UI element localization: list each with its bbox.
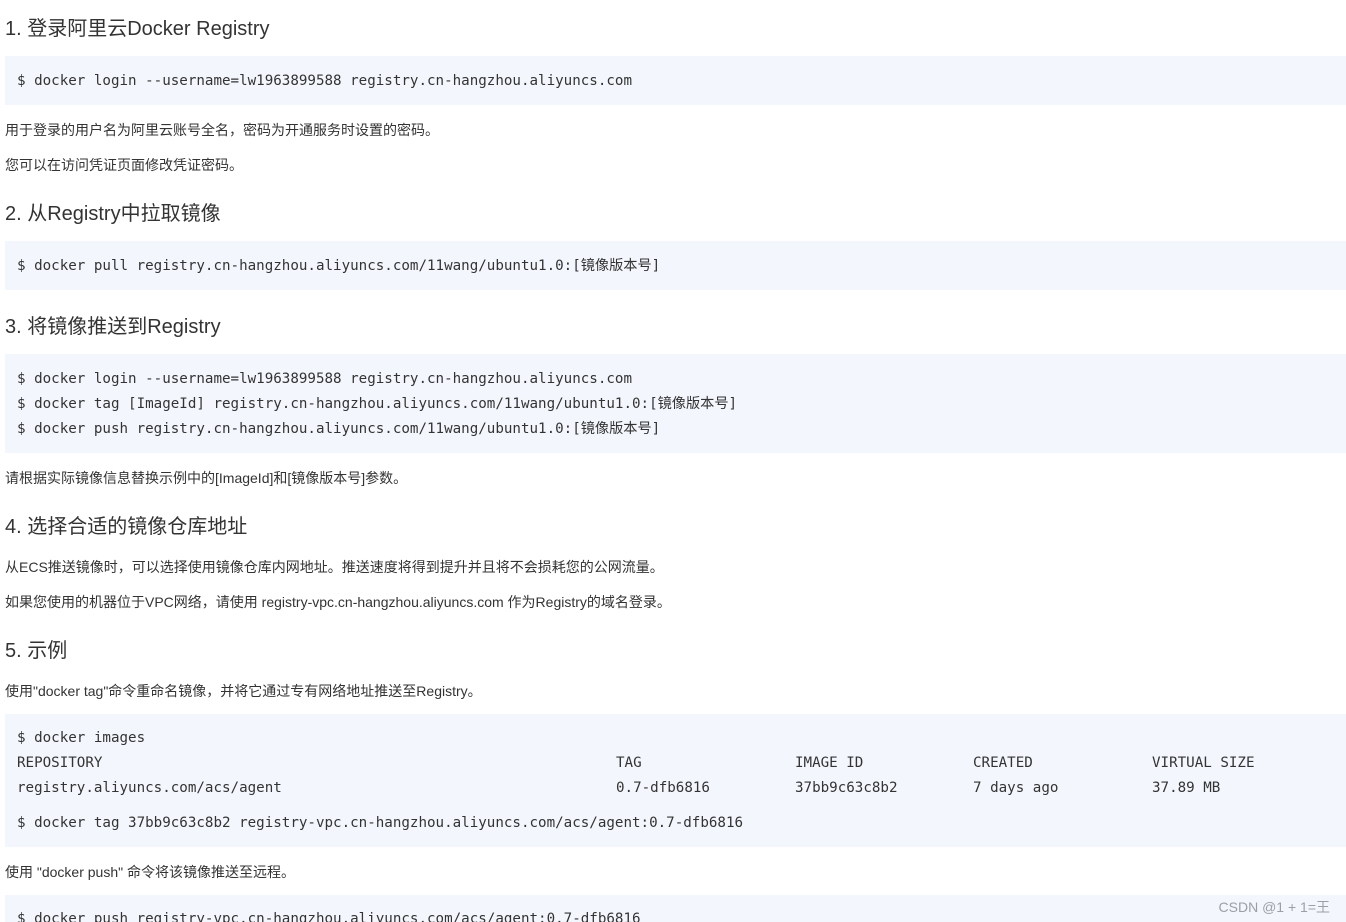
table-cell-created: 7 days ago — [973, 780, 1059, 796]
note-replace-params: 请根据实际镜像信息替换示例中的[ImageId]和[镜像版本号]参数。 — [5, 470, 408, 486]
csdn-watermark: CSDN @1 + 1=王 — [1218, 899, 1330, 915]
code-line: $ docker push registry.cn-hangzhou.aliyu… — [17, 421, 661, 437]
section-4-title: 4. 选择合适的镜像仓库地址 — [5, 516, 248, 538]
code-block-push-example[interactable]: $ docker push registry-vpc.cn-hangzhou.a… — [5, 895, 1346, 922]
table-header-tag: TAG — [616, 755, 642, 771]
code-line: $ docker push registry-vpc.cn-hangzhou.a… — [17, 911, 641, 922]
code-block-login[interactable]: $ docker login --username=lw1963899588 r… — [5, 56, 1346, 105]
table-cell-image-id: 37bb9c63c8b2 — [795, 780, 898, 796]
example-intro: 使用"docker tag"命令重命名镜像，并将它通过专有网络地址推送至Regi… — [5, 683, 482, 699]
code-line: $ docker images — [17, 730, 146, 746]
code-line: $ docker login --username=lw1963899588 r… — [17, 73, 632, 89]
section-5-title: 5. 示例 — [5, 640, 68, 662]
code-block-pull[interactable]: $ docker pull registry.cn-hangzhou.aliyu… — [5, 241, 1346, 290]
section-1-title: 1. 登录阿里云Docker Registry — [5, 18, 270, 40]
table-header-image-id: IMAGE ID — [795, 755, 864, 771]
code-line: $ docker login --username=lw1963899588 r… — [17, 371, 632, 387]
code-block-example[interactable]: $ docker images REPOSITORY TAG IMAGE ID … — [5, 714, 1346, 847]
note-ecs-intranet: 从ECS推送镜像时，可以选择使用镜像仓库内网地址。推送速度将得到提升并且将不会损… — [5, 559, 664, 575]
table-cell-virtual-size: 37.89 MB — [1152, 780, 1221, 796]
table-header-created: CREATED — [973, 755, 1033, 771]
table-cell-tag: 0.7-dfb6816 — [616, 780, 710, 796]
code-line: $ docker tag 37bb9c63c8b2 registry-vpc.c… — [17, 815, 744, 831]
code-block-push[interactable]: $ docker login --username=lw1963899588 r… — [5, 354, 1346, 453]
table-cell-repository: registry.aliyuncs.com/acs/agent — [17, 780, 282, 796]
push-note: 使用 "docker push" 命令将该镜像推送至远程。 — [5, 864, 295, 880]
table-header-repository: REPOSITORY — [17, 755, 103, 771]
note-vpc-domain: 如果您使用的机器位于VPC网络，请使用 registry-vpc.cn-hang… — [5, 594, 671, 610]
section-2-title: 2. 从Registry中拉取镜像 — [5, 203, 221, 225]
note-password: 您可以在访问凭证页面修改凭证密码。 — [5, 157, 243, 173]
note-username: 用于登录的用户名为阿里云账号全名，密码为开通服务时设置的密码。 — [5, 122, 439, 138]
section-3-title: 3. 将镜像推送到Registry — [5, 316, 221, 338]
code-line: $ docker tag [ImageId] registry.cn-hangz… — [17, 396, 738, 412]
code-line: $ docker pull registry.cn-hangzhou.aliyu… — [17, 258, 661, 274]
table-header-virtual-size: VIRTUAL SIZE — [1152, 755, 1255, 771]
